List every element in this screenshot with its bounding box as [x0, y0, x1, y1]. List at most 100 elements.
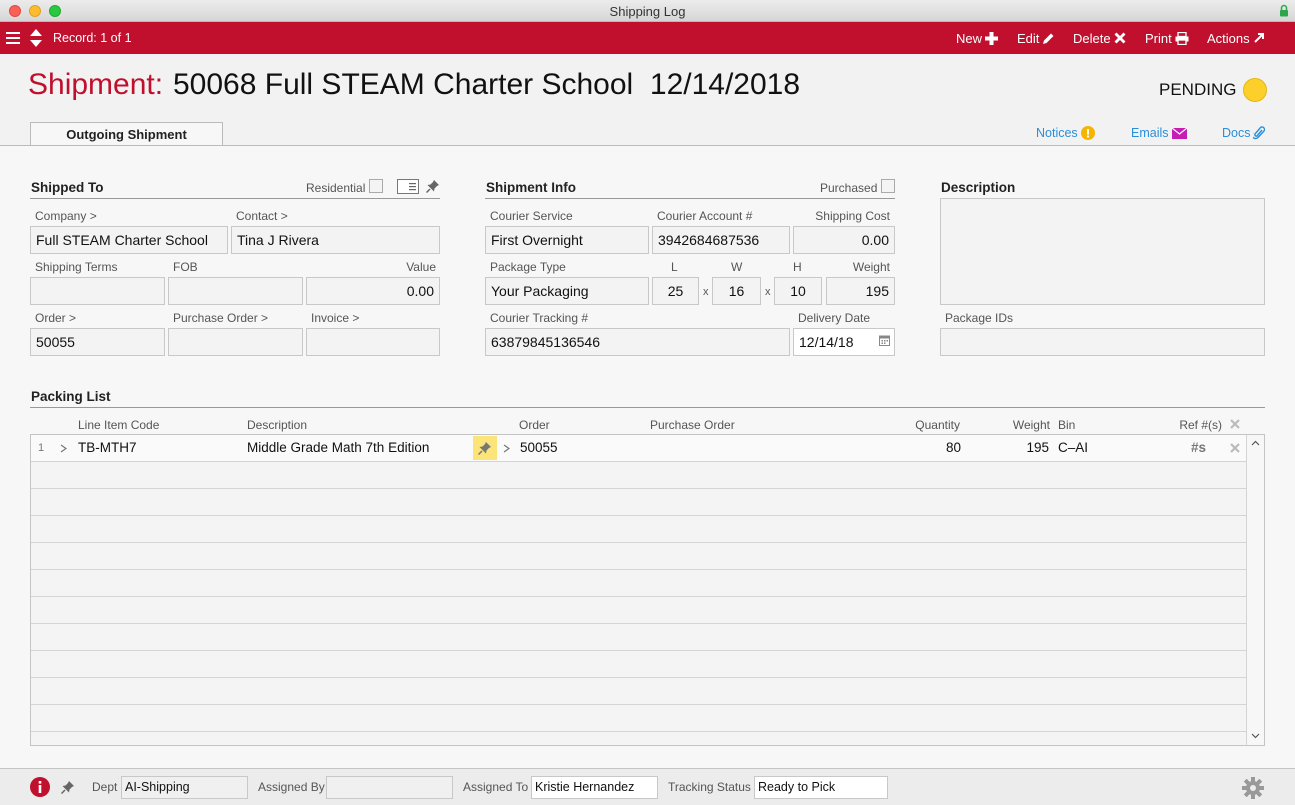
plus-icon	[985, 31, 999, 45]
invoice-label[interactable]: Invoice >	[311, 311, 359, 325]
calendar-icon[interactable]	[879, 335, 890, 346]
table-row[interactable]	[31, 462, 1248, 489]
purchased-checkbox[interactable]	[881, 179, 895, 193]
table-row[interactable]	[31, 543, 1248, 570]
menu-button[interactable]	[6, 22, 20, 54]
col-order[interactable]: Order	[519, 418, 550, 432]
chevron-right-icon[interactable]	[503, 444, 510, 453]
col-weight[interactable]: Weight	[990, 418, 1050, 432]
actions-button[interactable]: Actions	[1207, 22, 1265, 54]
table-row[interactable]	[31, 624, 1248, 651]
col-bin[interactable]: Bin	[1058, 418, 1075, 432]
contact-field[interactable]: Tina J Rivera	[231, 226, 440, 254]
col-description[interactable]: Description	[247, 418, 307, 432]
shipment-info-divider	[485, 198, 895, 199]
row-weight[interactable]: 195	[991, 440, 1049, 455]
value-field[interactable]: 0.00	[306, 277, 440, 305]
purchase-order-label[interactable]: Purchase Order >	[173, 311, 268, 325]
table-row[interactable]	[31, 570, 1248, 597]
print-button[interactable]: Print	[1145, 22, 1189, 54]
docs-link[interactable]: Docs	[1222, 126, 1266, 140]
gear-icon[interactable]	[1242, 777, 1264, 799]
table-row[interactable]	[31, 678, 1248, 705]
emails-link[interactable]: Emails	[1131, 126, 1187, 140]
shipped-to-heading: Shipped To	[31, 180, 104, 195]
notices-link[interactable]: Notices	[1036, 126, 1095, 140]
row-code[interactable]: TB-MTH7	[78, 440, 137, 455]
col-purchase-order[interactable]: Purchase Order	[650, 418, 735, 432]
shipping-terms-label: Shipping Terms	[35, 260, 118, 274]
chevron-down-icon[interactable]	[1251, 733, 1260, 739]
envelope-icon	[1171, 127, 1187, 139]
courier-service-field[interactable]: First Overnight	[485, 226, 649, 254]
tracking-field[interactable]: 63879845136546	[485, 328, 790, 356]
chevron-right-icon[interactable]	[60, 444, 67, 453]
table-row[interactable]	[31, 705, 1248, 732]
order-label[interactable]: Order >	[35, 311, 76, 325]
emails-label: Emails	[1131, 126, 1169, 140]
grid-scrollbar[interactable]	[1246, 435, 1264, 745]
table-row[interactable]	[31, 597, 1248, 624]
info-icon[interactable]	[30, 777, 50, 797]
row-description[interactable]: Middle Grade Math 7th Edition	[247, 440, 429, 455]
tab-outgoing-shipment[interactable]: Outgoing Shipment	[30, 122, 223, 146]
record-navigator[interactable]	[29, 22, 43, 54]
row-order[interactable]: 50055	[520, 440, 558, 455]
shipping-terms-field[interactable]	[30, 277, 165, 305]
edit-label: Edit	[1017, 30, 1040, 46]
table-row[interactable]	[31, 651, 1248, 678]
company-field[interactable]: Full STEAM Charter School	[30, 226, 228, 254]
shipping-cost-label: Shipping Cost	[815, 209, 890, 223]
length-field[interactable]: 25	[652, 277, 699, 305]
weight-field[interactable]: 195	[826, 277, 895, 305]
width-label: W	[731, 260, 743, 274]
row-bin[interactable]: C–AI	[1058, 440, 1088, 455]
pin-icon[interactable]	[61, 780, 75, 794]
delete-row-icon[interactable]	[1230, 443, 1240, 453]
description-textarea[interactable]	[940, 198, 1265, 305]
package-ids-field[interactable]	[940, 328, 1265, 356]
row-refs-button[interactable]: #s	[1191, 440, 1206, 455]
record-counter: Record: 1 of 1	[53, 31, 132, 45]
shipping-cost-field[interactable]: 0.00	[793, 226, 895, 254]
value-label: Value	[406, 260, 436, 274]
packing-list-divider	[30, 407, 1265, 408]
pin-icon[interactable]	[426, 179, 440, 193]
contact-label[interactable]: Contact >	[236, 209, 288, 223]
company-label[interactable]: Company >	[35, 209, 97, 223]
edit-button[interactable]: Edit	[1017, 22, 1055, 54]
invoice-field[interactable]	[306, 328, 440, 356]
dept-label: Dept	[92, 780, 118, 794]
table-row[interactable]	[31, 516, 1248, 543]
delete-button[interactable]: Delete	[1073, 22, 1126, 54]
height-label: H	[793, 260, 802, 274]
status-text: PENDING	[1159, 80, 1237, 99]
status-indicator-icon	[1243, 78, 1267, 102]
order-field[interactable]: 50055	[30, 328, 165, 356]
table-row[interactable]	[31, 489, 1248, 516]
col-line-item-code[interactable]: Line Item Code	[78, 418, 159, 432]
col-quantity[interactable]: Quantity	[890, 418, 960, 432]
courier-service-label: Courier Service	[490, 209, 573, 223]
pin-button[interactable]	[473, 436, 497, 460]
residential-checkbox[interactable]	[369, 179, 383, 193]
paperclip-icon	[1253, 126, 1266, 140]
assigned-to-field[interactable]: Kristie Hernandez	[531, 776, 658, 799]
new-button[interactable]: New	[956, 22, 999, 54]
clear-all-icon[interactable]	[1230, 419, 1240, 429]
col-refs[interactable]: Ref #(s)	[1160, 418, 1222, 432]
package-type-field[interactable]: Your Packaging	[485, 277, 649, 305]
chevron-up-icon[interactable]	[1251, 440, 1260, 446]
up-down-arrows-icon	[30, 29, 42, 47]
tracking-status-field[interactable]: Ready to Pick	[754, 776, 888, 799]
row-quantity[interactable]: 80	[901, 440, 961, 455]
purchase-order-field[interactable]	[168, 328, 303, 356]
assigned-by-field[interactable]	[326, 776, 453, 799]
width-field[interactable]: 16	[712, 277, 761, 305]
table-row[interactable]: 1 TB-MTH7 Middle Grade Math 7th Edition …	[31, 435, 1248, 462]
fob-field[interactable]	[168, 277, 303, 305]
address-card-icon[interactable]	[397, 179, 419, 194]
height-field[interactable]: 10	[774, 277, 822, 305]
courier-account-field[interactable]: 3942684687536	[652, 226, 790, 254]
dept-field[interactable]: AI-Shipping	[121, 776, 248, 799]
